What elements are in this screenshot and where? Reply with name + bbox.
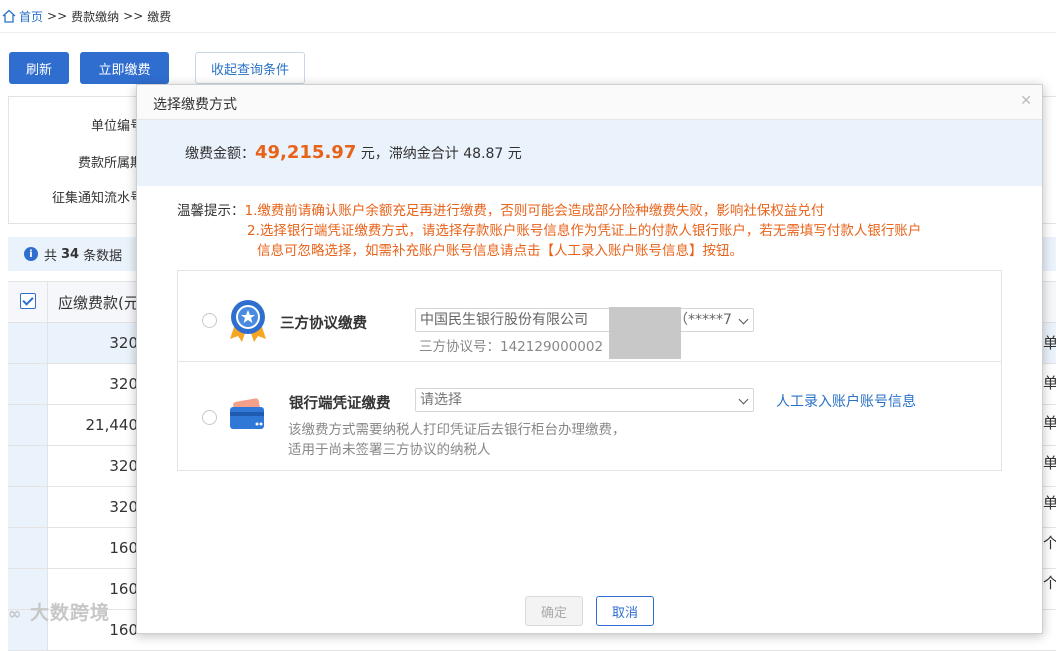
row-type-fragment: 个: [1043, 574, 1056, 592]
tip-label: 温馨提示：: [177, 203, 245, 219]
amount-due-header: 应缴费款(元: [58, 294, 139, 312]
dialog-header: 选择缴费方式 ✕: [137, 85, 1042, 120]
row-type-fragment: 单: [1043, 454, 1056, 472]
collapse-query-button[interactable]: 收起查询条件: [195, 52, 305, 84]
amount-cell: 320: [109, 498, 138, 516]
breadcrumb-separator: >>: [47, 9, 68, 23]
bank-voucher-desc-line-2: 适用于尚未签署三方协议的纳税人: [288, 442, 491, 458]
bank-voucher-label: 银行端凭证缴费: [289, 396, 391, 412]
deposit-select-placeholder: 请选择: [420, 392, 462, 408]
count-prefix: 共: [44, 248, 58, 264]
amount-cell: 320: [109, 334, 138, 352]
bank-account-select[interactable]: 中国民生银行股份有限公司 （*****7: [415, 308, 754, 332]
breadcrumb-separator: >>: [123, 9, 144, 23]
payment-method-dialog: 选择缴费方式 ✕ 缴费金额：49,215.97 元，滞纳金合计 48.87 元 …: [136, 84, 1043, 634]
deposit-account-select[interactable]: 请选择: [415, 388, 754, 412]
chevron-down-icon: [738, 314, 749, 325]
tip-line-1: 1.缴费前请确认账户余额充足再进行缴费，否则可能会造成部分险种缴费失败，影响社保…: [244, 203, 825, 219]
watermark-text: 大数跨境: [29, 602, 110, 624]
payment-amount: 49,215.97: [255, 142, 357, 163]
cancel-button[interactable]: 取消: [596, 596, 654, 626]
bank-select-value: 中国民生银行股份有限公司: [420, 312, 588, 328]
refresh-button[interactable]: 刷新: [9, 52, 69, 84]
count-suffix: 条数据: [83, 248, 123, 264]
bank-voucher-radio[interactable]: [202, 410, 217, 425]
select-all-checkbox[interactable]: [20, 293, 36, 309]
record-count: 34: [61, 246, 80, 262]
amount-cell: 320: [109, 457, 138, 475]
row-type-fragment: 单: [1043, 334, 1056, 352]
bank-card-icon: [230, 398, 264, 429]
tripartite-radio[interactable]: [202, 313, 217, 328]
close-icon[interactable]: ✕: [1020, 93, 1032, 109]
late-fee-total: 滞纳金合计 48.87 元: [388, 146, 522, 162]
manual-account-entry-link[interactable]: 人工录入账户账号信息: [776, 391, 916, 411]
unit-number-label: 单位编号: [90, 119, 143, 134]
home-icon: [2, 9, 16, 23]
row-type-fragment: 个: [1043, 534, 1056, 552]
amount-cell: 160: [109, 539, 138, 557]
amount-label: 缴费金额：: [185, 146, 255, 162]
chevron-down-icon: [738, 394, 749, 405]
watermark-logo: ∞ 大数跨境: [8, 602, 110, 624]
row-type-fragment: 单: [1043, 374, 1056, 392]
breadcrumb-item-current: 缴费: [147, 9, 172, 24]
select-all-cell: [8, 282, 48, 322]
amount-summary: 缴费金额：49,215.97 元，滞纳金合计 48.87 元: [137, 120, 1042, 186]
agreement-number-prefix: 三方协议号：142129000002: [419, 339, 604, 355]
tip-line-3: 信息可忽略选择，如需补充账户账号信息请点击【人工录入账户账号信息】按钮。: [257, 243, 743, 259]
payment-options: 三方协议缴费 中国民生银行股份有限公司 （*****7 三方协议号：142129…: [177, 270, 1002, 471]
breadcrumb-item-fee-payment[interactable]: 费款缴纳: [71, 8, 119, 25]
dialog-title: 选择缴费方式: [153, 97, 237, 113]
bank-voucher-desc-line-1: 该缴费方式需要纳税人打印凭证后去银行柜台办理缴费，: [288, 422, 626, 438]
amount-cell: 320: [109, 375, 138, 393]
redaction-mask: [609, 307, 681, 359]
tripartite-label: 三方协议缴费: [280, 316, 367, 332]
notice-serial-label: 征集通知流水号: [51, 191, 143, 206]
badge-star-icon: [230, 300, 266, 342]
breadcrumb-home-link[interactable]: 首页: [19, 8, 43, 25]
tip-line-2: 2.选择银行端凭证缴费方式，请选择存款账户账号信息作为凭证上的付款人银行账户，若…: [247, 223, 922, 239]
breadcrumb: 首页 >> 费款缴纳 >> 缴费: [0, 0, 1056, 33]
row-type-fragment: 单: [1043, 414, 1056, 432]
option-tripartite: 三方协议缴费 中国民生银行股份有限公司 （*****7 三方协议号：142129…: [178, 271, 1001, 362]
bank-voucher-description: 该缴费方式需要纳税人打印凭证后去银行柜台办理缴费， 适用于尚未签署三方协议的纳税…: [288, 420, 626, 460]
info-icon: i: [24, 247, 38, 261]
fee-period-label: 费款所属期: [77, 156, 143, 171]
option-bank-voucher: 银行端凭证缴费 请选择 人工录入账户账号信息 该缴费方式需要纳税人打印凭证后去银…: [178, 362, 1001, 470]
pay-now-button[interactable]: 立即缴费: [80, 52, 169, 84]
amount-cell: 21,440: [85, 416, 139, 434]
bank-select-suffix: （*****7: [674, 312, 732, 328]
amount-unit: 元，: [360, 146, 389, 162]
row-type-fragment: 单: [1043, 494, 1056, 512]
confirm-button[interactable]: 确定: [525, 596, 583, 626]
warm-tip: 温馨提示：1.缴费前请确认账户余额充足再进行缴费，否则可能会造成部分险种缴费失败…: [177, 201, 921, 261]
